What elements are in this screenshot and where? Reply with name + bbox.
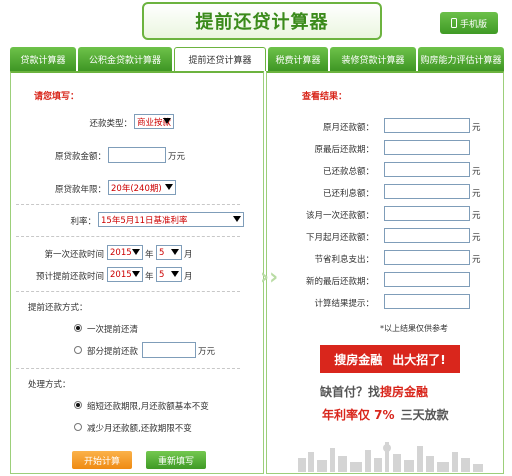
prepay-unit: 万元 xyxy=(198,347,216,357)
result-original-last-date xyxy=(384,140,470,155)
year-unit: 年 xyxy=(145,272,154,282)
loan-type-select[interactable]: 商业按款 xyxy=(134,114,174,129)
tab-provident-fund[interactable]: 公积金贷款计算器 xyxy=(78,47,172,71)
result-lump-payment xyxy=(384,206,470,221)
handle-reduce-label: 减少月还款额,还款期限不变 xyxy=(87,424,192,434)
result-label: 计算结果提示： xyxy=(314,299,374,309)
result-paid-total xyxy=(384,162,470,177)
first-month-value: 5 xyxy=(159,247,165,258)
years-value: 20年(240期) xyxy=(111,183,162,194)
tab-tax[interactable]: 税费计算器 xyxy=(268,47,328,71)
reset-button[interactable]: 重新填写 xyxy=(146,451,206,469)
results-title: 查看结果： xyxy=(302,92,348,102)
year-unit: 年 xyxy=(145,250,154,260)
first-month-select[interactable]: 5 xyxy=(156,245,182,260)
ad-line2: 年利率仅 7% 三天放款 xyxy=(322,406,449,423)
form-divider xyxy=(16,204,240,205)
chevron-down-icon xyxy=(233,216,241,222)
result-paid-interest xyxy=(384,184,470,199)
result-label: 下月起月还款额： xyxy=(305,233,374,243)
result-interest-saved xyxy=(384,250,470,265)
result-monthly-payment xyxy=(384,118,470,133)
ad-line1-b: 搜房金融 xyxy=(380,385,429,399)
form-divider xyxy=(16,291,240,292)
tab-prepayment[interactable]: 提前还贷计算器 xyxy=(174,47,266,71)
tab-affordability[interactable]: 购房能力评估计算器 xyxy=(418,47,504,71)
prepay-full-radio[interactable] xyxy=(74,324,82,332)
page-title-box: 提前还贷计算器 xyxy=(142,2,382,40)
result-label: 原月还款额： xyxy=(322,123,374,133)
plan-year-value: 2015 xyxy=(110,269,132,280)
prepay-title: 提前还款方式： xyxy=(28,303,88,313)
plan-year-select[interactable]: 2015 xyxy=(107,267,143,282)
plan-month-value: 5 xyxy=(159,269,165,280)
plan-pay-label: 预计提前还款时间 xyxy=(35,272,104,282)
city-skyline-image xyxy=(298,442,483,472)
result-label: 已还利息额： xyxy=(322,189,374,199)
amount-input[interactable] xyxy=(108,147,166,163)
amount-unit: 万元 xyxy=(168,152,186,162)
handle-shorten-label: 缩短还款期限,月还款额基本不变 xyxy=(87,402,209,412)
rate-value: 15年5月11日基准利率 xyxy=(101,215,188,226)
years-select[interactable]: 20年(240期) xyxy=(108,180,176,195)
result-label: 新的最后还款期： xyxy=(305,277,374,287)
tab-renovation[interactable]: 装修贷款计算器 xyxy=(330,47,416,71)
result-label: 节省利息支出： xyxy=(314,255,374,265)
chevron-down-icon xyxy=(171,271,179,277)
chevron-down-icon xyxy=(132,271,140,277)
chevron-down-icon xyxy=(165,184,173,190)
mobile-version-label: 手机版 xyxy=(459,19,487,30)
form-divider xyxy=(16,236,240,237)
amount-label: 原贷款金额： xyxy=(54,152,106,162)
first-year-value: 2015 xyxy=(110,247,132,258)
ad-line2-b: 三天放款 xyxy=(400,408,449,422)
handle-title: 处理方式： xyxy=(28,380,71,390)
years-label: 原贷款年限： xyxy=(54,185,106,195)
page-title: 提前还贷计算器 xyxy=(195,12,329,33)
result-unit: 元 xyxy=(472,189,481,199)
handle-reduce-radio[interactable] xyxy=(74,423,82,431)
calculate-button[interactable]: 开始计算 xyxy=(72,451,132,469)
ad-line1: 缺首付？找搜房金融 xyxy=(320,383,428,400)
handle-shorten-radio[interactable] xyxy=(74,401,82,409)
form-divider xyxy=(16,368,240,369)
month-unit: 月 xyxy=(184,250,193,260)
month-unit: 月 xyxy=(184,272,193,282)
chevron-down-icon xyxy=(132,249,140,255)
tab-loan[interactable]: 贷款计算器 xyxy=(10,47,76,71)
result-label: 已还款总额： xyxy=(322,167,374,177)
prepay-partial-radio[interactable] xyxy=(74,346,82,354)
ad-banner-left: 搜房金融 xyxy=(334,352,383,367)
result-unit: 元 xyxy=(472,255,481,265)
rate-select[interactable]: 15年5月11日基准利率 xyxy=(98,212,244,227)
ad-line2-a: 年利率仅 7% xyxy=(322,408,395,422)
chevron-down-icon xyxy=(163,118,171,124)
result-label: 原最后还款期： xyxy=(314,145,374,155)
form-section-title: 请您填写： xyxy=(34,92,80,102)
loan-type-label: 还款类型： xyxy=(89,119,132,129)
result-next-monthly xyxy=(384,228,470,243)
result-hint xyxy=(384,294,470,309)
ad-banner-right: 出大招了! xyxy=(392,352,446,367)
result-unit: 元 xyxy=(472,123,481,133)
plan-month-select[interactable]: 5 xyxy=(156,267,182,282)
prepay-amount-input[interactable] xyxy=(142,342,196,358)
chevron-down-icon xyxy=(171,249,179,255)
result-unit: 元 xyxy=(472,167,481,177)
prepay-partial-label: 部分提前还款 xyxy=(87,347,139,357)
ad-line1-a: 缺首付？找 xyxy=(320,385,381,399)
result-unit: 元 xyxy=(472,233,481,243)
first-pay-label: 第一次还款时间 xyxy=(44,250,104,260)
calculator-tabs: 贷款计算器 公积金贷款计算器 提前还贷计算器 税费计算器 装修贷款计算器 购房能… xyxy=(10,47,504,71)
mobile-version-button[interactable]: 手机版 xyxy=(440,12,498,34)
result-label: 该月一次还款额： xyxy=(305,211,374,221)
rate-label: 利率： xyxy=(70,217,96,227)
ad-banner[interactable]: 搜房金融 出大招了! xyxy=(320,345,460,373)
result-unit: 元 xyxy=(472,211,481,221)
prepay-full-label: 一次提前还清 xyxy=(87,325,139,335)
results-note: *以上结果仅供参考 xyxy=(380,324,448,333)
first-year-select[interactable]: 2015 xyxy=(107,245,143,260)
result-new-last-date xyxy=(384,272,470,287)
phone-icon xyxy=(450,18,457,28)
